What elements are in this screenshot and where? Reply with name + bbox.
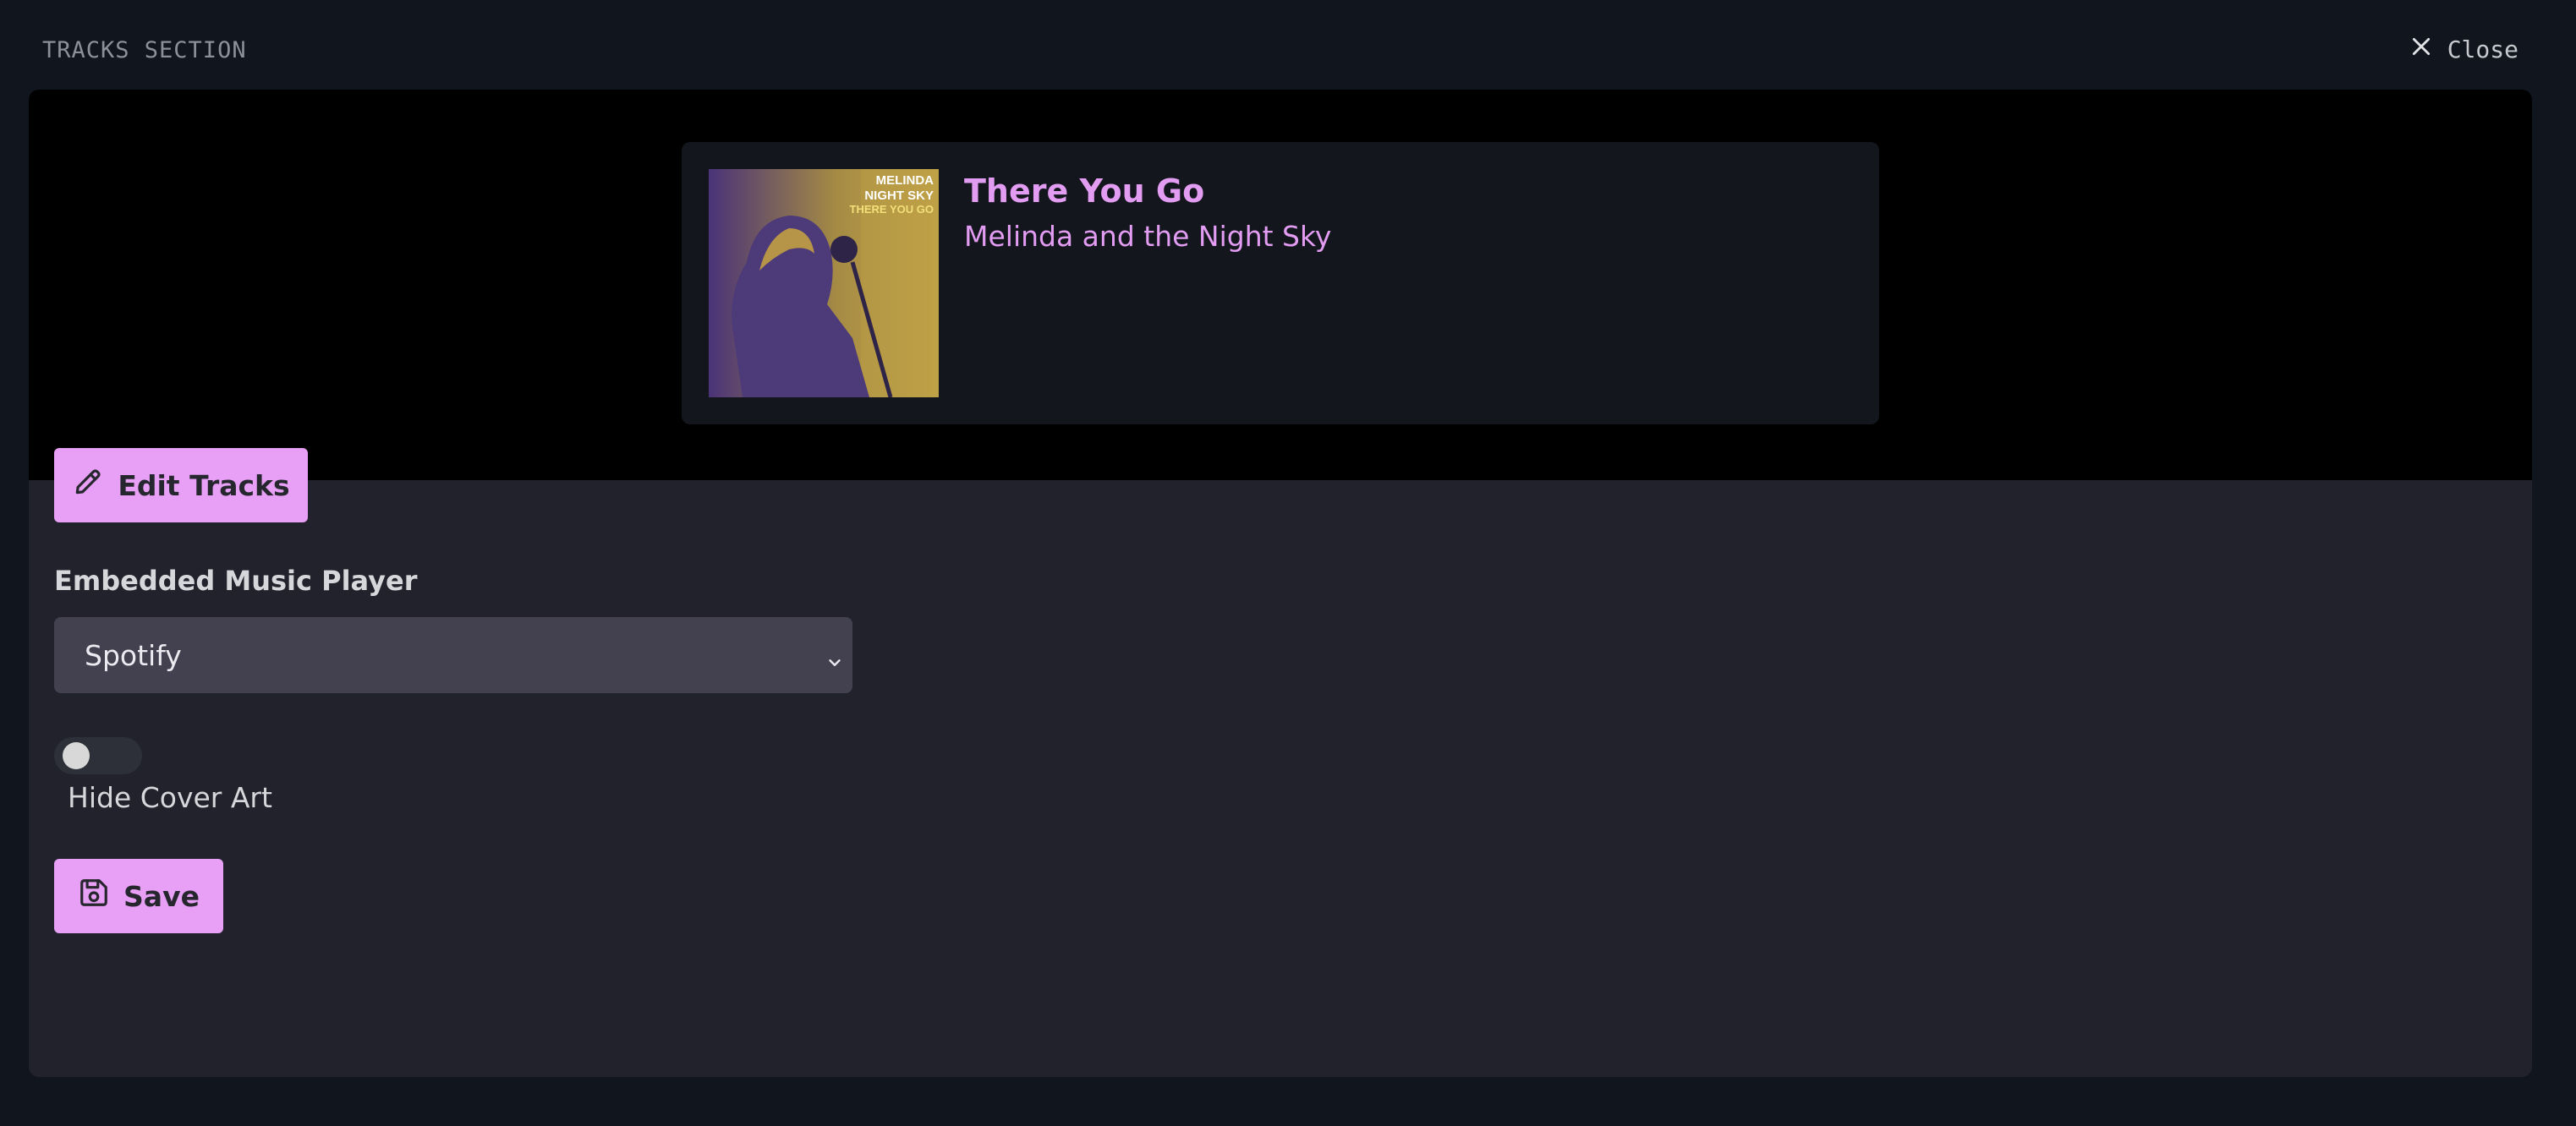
embedded-player-label: Embedded Music Player [54,565,418,597]
cover-line2: NIGHT SKY [864,189,934,203]
edit-tracks-label: Edit Tracks [118,468,290,502]
cover-art-image: MELINDA NIGHT SKY THERE YOU GO [709,169,939,397]
embedded-player-value: Spotify [85,638,182,672]
tracks-preview: MELINDA NIGHT SKY THERE YOU GO There You… [29,90,2532,480]
chevron-down-icon [825,646,844,666]
toggle-knob [63,742,90,769]
save-button[interactable]: Save [54,859,223,933]
cover-art: MELINDA NIGHT SKY THERE YOU GO [709,169,939,397]
hide-cover-art-label: Hide Cover Art [68,781,272,814]
edit-tracks-button[interactable]: Edit Tracks [54,448,308,522]
track-artist: Melinda and the Night Sky [964,220,1332,253]
pencil-icon [72,466,104,505]
section-title: TRACKS SECTION [42,37,247,63]
embedded-player-select[interactable]: Spotify [54,617,852,693]
track-card: MELINDA NIGHT SKY THERE YOU GO There You… [682,142,1879,424]
cover-line1: MELINDA [876,173,934,188]
close-icon [2410,36,2432,63]
hide-cover-art-toggle[interactable] [54,737,142,774]
save-label: Save [123,879,200,913]
floppy-disk-icon [78,877,110,916]
track-title: There You Go [964,172,1205,210]
cover-line3: THERE YOU GO [850,203,934,216]
close-label: Close [2447,36,2518,63]
close-button[interactable]: Close [2410,36,2518,63]
